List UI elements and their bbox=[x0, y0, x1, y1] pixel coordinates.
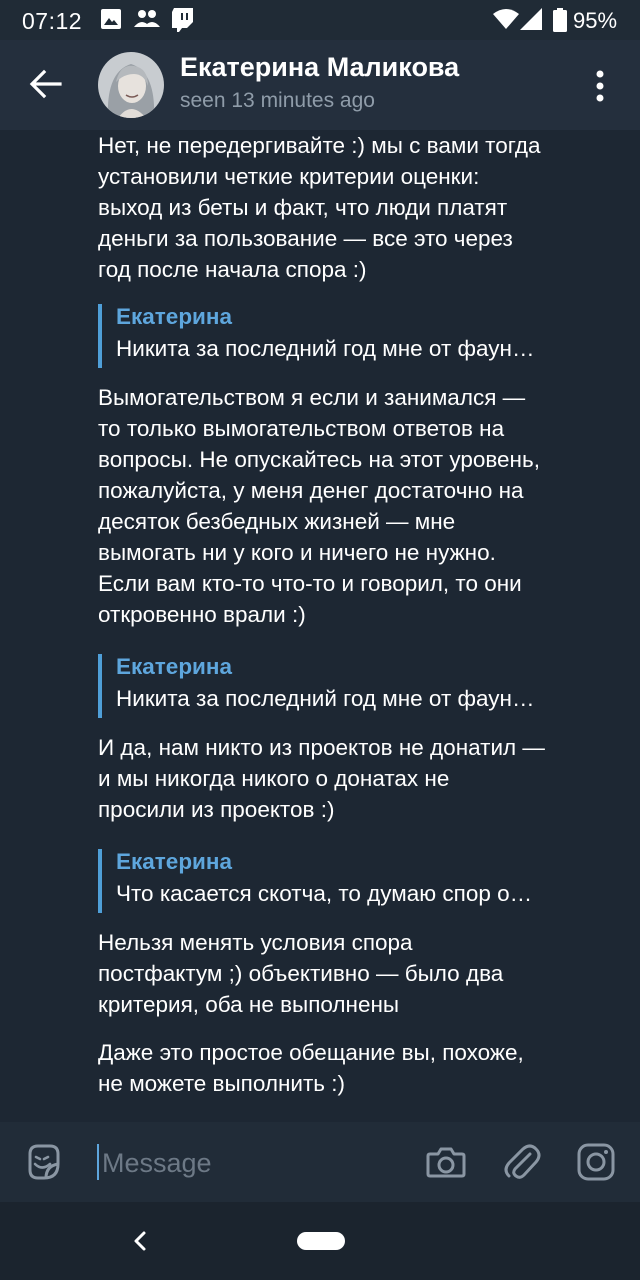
people-icon bbox=[134, 8, 160, 35]
message-text[interactable]: Вымогательством я если и занимался — то … bbox=[98, 382, 598, 630]
reply-author: Екатерина bbox=[116, 849, 232, 874]
contact-photo bbox=[98, 52, 164, 118]
reply-quote[interactable]: Екатерина Что касается скотча, то думаю … bbox=[98, 849, 578, 913]
reply-quote[interactable]: Екатерина Никита за последний год мне от… bbox=[98, 304, 578, 368]
reply-text: Что касается скотча, то думаю спор о… bbox=[116, 881, 533, 906]
wifi-icon bbox=[493, 8, 519, 35]
attach-button[interactable] bbox=[500, 1140, 544, 1184]
emoji-button[interactable] bbox=[22, 1140, 66, 1184]
avatar[interactable] bbox=[98, 52, 164, 118]
camera-icon bbox=[426, 1147, 466, 1178]
message-input-bar bbox=[0, 1122, 640, 1202]
more-vertical-icon bbox=[596, 70, 604, 102]
battery-percentage: 95% bbox=[573, 8, 618, 33]
text-caret bbox=[97, 1144, 99, 1180]
twitch-icon bbox=[172, 8, 194, 37]
camera-button[interactable] bbox=[424, 1140, 468, 1184]
instagram-icon bbox=[577, 1143, 615, 1181]
sticker-emoji-icon bbox=[28, 1144, 60, 1180]
system-navigation-bar bbox=[0, 1202, 640, 1280]
message-text[interactable]: Нельзя менять условия спора постфактум ;… bbox=[98, 927, 598, 1020]
reply-quote[interactable]: Екатерина Никита за последний год мне от… bbox=[98, 654, 578, 718]
reply-text: Никита за последний год мне от фаун… bbox=[116, 686, 535, 711]
gallery-icon bbox=[100, 8, 122, 35]
message-input[interactable] bbox=[100, 1142, 404, 1184]
nav-back-button[interactable] bbox=[128, 1226, 152, 1256]
instagram-button[interactable] bbox=[574, 1140, 618, 1184]
chevron-left-icon bbox=[134, 1231, 146, 1251]
paperclip-icon bbox=[504, 1144, 541, 1179]
nav-home-pill[interactable] bbox=[297, 1232, 345, 1250]
reply-author: Екатерина bbox=[116, 654, 232, 679]
message-text[interactable]: Нет, не передергивайте :) мы с вами тогд… bbox=[98, 130, 598, 285]
battery-icon bbox=[553, 8, 567, 37]
message-list[interactable]: Нет, не передергивайте :) мы с вами тогд… bbox=[0, 130, 640, 1122]
status-time: 07:12 bbox=[22, 8, 83, 34]
message-text[interactable]: И да, нам никто из проектов не донатил —… bbox=[98, 732, 598, 825]
message-text[interactable]: Даже это простое обещание вы, похоже, не… bbox=[98, 1037, 598, 1099]
back-button[interactable] bbox=[22, 60, 70, 108]
status-bar: 07:12 95% bbox=[0, 0, 640, 40]
chat-header: Екатерина Маликова seen 13 minutes ago bbox=[0, 40, 640, 130]
last-seen-status: seen 13 minutes ago bbox=[180, 89, 375, 112]
contact-name[interactable]: Екатерина Маликова bbox=[180, 52, 459, 83]
arrow-left-icon bbox=[29, 69, 62, 99]
more-options-button[interactable] bbox=[584, 64, 616, 108]
signal-icon bbox=[520, 8, 542, 35]
reply-text: Никита за последний год мне от фаун… bbox=[116, 336, 535, 361]
telegram-chat-screen: 07:12 95% Екатерина Маликова seen 13 min… bbox=[0, 0, 640, 1280]
reply-author: Екатерина bbox=[116, 304, 232, 329]
